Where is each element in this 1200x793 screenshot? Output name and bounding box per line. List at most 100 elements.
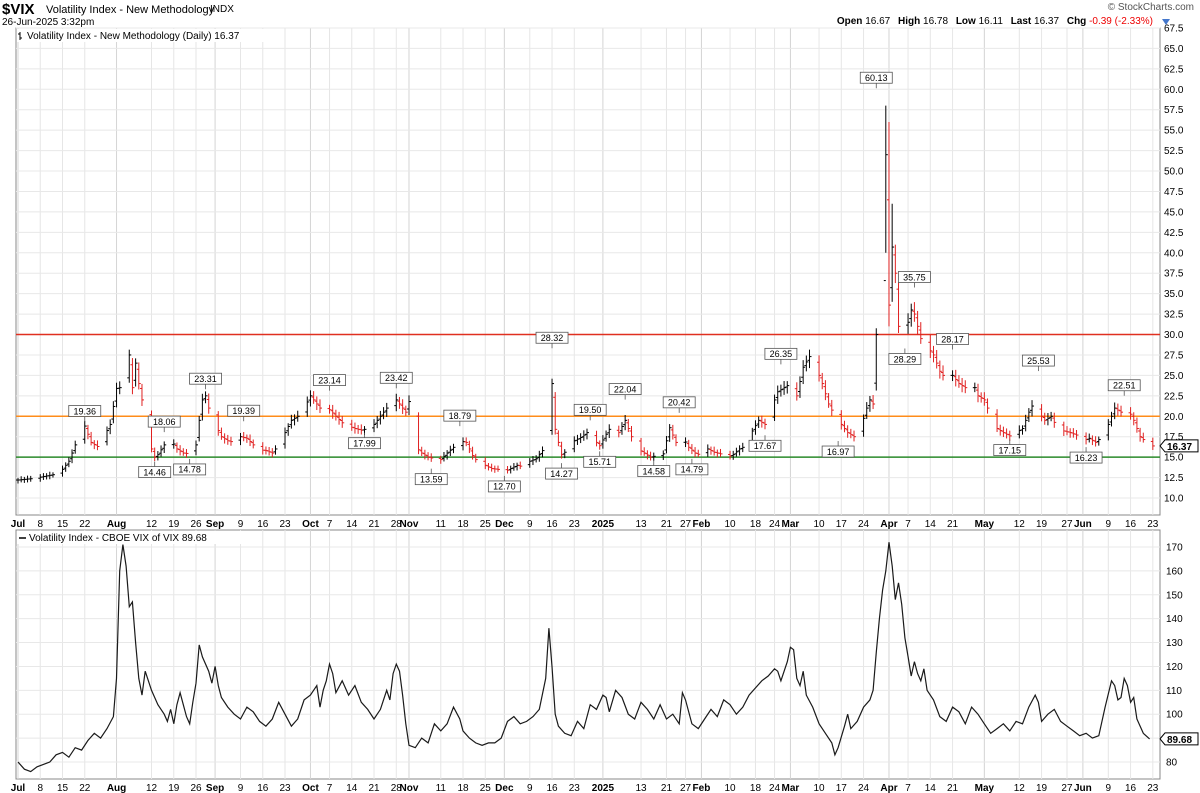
x-tick-label: Nov (400, 519, 419, 530)
x-tick-label: 9 (527, 519, 533, 530)
x-tick-label: 14 (346, 519, 358, 530)
x-tick-label: 21 (947, 783, 959, 793)
x-tick-label: 7 (327, 519, 333, 530)
x-tick-label: 16 (257, 519, 269, 530)
x-tick-label: 21 (661, 783, 673, 793)
price-last-value-label: 16.37 (1167, 442, 1192, 453)
x-tick-label: 24 (769, 519, 781, 530)
vvix-last-value-label: 89.68 (1167, 735, 1192, 746)
x-tick-label: 10 (724, 783, 736, 793)
y-tick-label: 45.0 (1164, 207, 1184, 218)
x-tick-label: Oct (302, 783, 319, 793)
x-tick-label: 9 (1106, 783, 1112, 793)
x-tick-label: 21 (368, 519, 380, 530)
value-annotation-label: 15.71 (588, 457, 611, 467)
x-tick-label: 16 (257, 783, 269, 793)
price-legend-label: Volatility Index - New Methodology (Dail… (27, 31, 240, 42)
x-tick-label: 18 (457, 783, 469, 793)
y-tick-label: 160 (1166, 566, 1183, 577)
x-tick-label: 18 (750, 783, 762, 793)
x-tick-label: 27 (1061, 783, 1073, 793)
x-tick-label: Apr (880, 783, 897, 793)
value-annotation-label: 22.04 (614, 384, 637, 394)
x-tick-label: 15 (57, 783, 69, 793)
y-tick-label: 62.5 (1164, 64, 1184, 75)
x-tick-label: Sep (206, 519, 224, 530)
x-tick-label: 18 (750, 519, 762, 530)
x-tick-label: 11 (436, 519, 447, 530)
y-tick-label: 50.0 (1164, 167, 1184, 178)
x-tick-label: 18 (457, 519, 469, 530)
x-tick-label: 8 (37, 519, 43, 530)
x-tick-label: May (975, 783, 995, 793)
y-tick-label: 20.0 (1164, 412, 1184, 423)
x-tick-label: 19 (168, 783, 180, 793)
x-tick-label: 17 (836, 783, 848, 793)
x-tick-label: Jul (11, 783, 26, 793)
value-annotation-label: 19.39 (232, 406, 255, 416)
x-tick-label: 12 (1014, 783, 1026, 793)
y-tick-label: 110 (1166, 686, 1182, 697)
x-tick-label: 16 (546, 783, 558, 793)
value-annotation-label: 28.29 (894, 354, 917, 364)
y-tick-label: 40.0 (1164, 248, 1184, 259)
x-tick-label: 19 (1036, 783, 1048, 793)
price-panel-frame (15, 27, 1161, 516)
y-tick-label: 25.0 (1164, 371, 1184, 382)
x-tick-label: 7 (327, 783, 333, 793)
y-tick-label: 100 (1166, 710, 1183, 721)
x-tick-label: 24 (858, 783, 870, 793)
x-tick-label: 22 (79, 783, 91, 793)
x-tick-label: 27 (680, 783, 692, 793)
y-tick-label: 60.0 (1164, 85, 1184, 96)
x-tick-label: 14 (346, 783, 358, 793)
value-annotation-label: 25.53 (1027, 356, 1050, 366)
x-tick-label: 26 (190, 519, 202, 530)
y-tick-label: 67.5 (1164, 24, 1184, 35)
x-tick-label: 13 (635, 519, 647, 530)
y-tick-label: 130 (1166, 638, 1183, 649)
x-tick-label: 10 (813, 519, 825, 530)
value-annotation-label: 16.97 (827, 447, 850, 457)
value-annotation-label: 14.27 (550, 469, 573, 479)
x-tick-label: Mar (782, 783, 800, 793)
value-annotation-label: 14.46 (143, 467, 166, 477)
value-annotation-label: 14.78 (178, 465, 201, 475)
vvix-legend-label: Volatility Index - CBOE VIX of VIX 89.68 (29, 533, 207, 544)
y-tick-label: 55.0 (1164, 126, 1184, 137)
x-tick-label: 23 (279, 783, 291, 793)
x-tick-label: Jun (1074, 783, 1092, 793)
value-annotation-label: 23.31 (194, 374, 217, 384)
value-annotation-label: 16.23 (1075, 453, 1098, 463)
x-tick-label: 7 (905, 519, 911, 530)
value-annotation-label: 18.06 (153, 417, 176, 427)
x-tick-label: Aug (107, 519, 126, 530)
x-tick-label: 19 (1036, 519, 1048, 530)
value-annotation-label: 14.58 (642, 466, 665, 476)
x-tick-label: Jul (11, 519, 26, 530)
chart-canvas: 10.012.515.017.520.022.525.027.530.032.5… (11, 24, 1199, 793)
x-tick-label: 21 (661, 519, 673, 530)
y-tick-label: 22.5 (1164, 391, 1184, 402)
value-annotation-label: 13.59 (420, 474, 443, 484)
x-tick-label: 14 (925, 519, 937, 530)
x-tick-label: Aug (107, 783, 126, 793)
value-annotation-label: 28.32 (541, 333, 564, 343)
x-tick-label: Jun (1074, 519, 1092, 530)
x-tick-label: 17 (836, 519, 848, 530)
x-tick-label: 25 (480, 519, 492, 530)
price-last-value-tag: 16.37 (1159, 439, 1199, 453)
value-annotation-label: 28.17 (941, 334, 964, 344)
value-annotation-label: 23.14 (318, 375, 341, 385)
x-tick-label: 2025 (592, 783, 615, 793)
x-tick-label: Feb (693, 519, 711, 530)
y-tick-label: 150 (1166, 590, 1183, 601)
value-annotation-label: 17.99 (353, 438, 376, 448)
y-tick-label: 65.0 (1164, 44, 1184, 55)
x-tick-label: 12 (1014, 519, 1026, 530)
value-annotation-label: 19.36 (73, 406, 96, 416)
y-tick-label: 37.5 (1164, 269, 1184, 280)
value-annotation-label: 60.13 (865, 73, 888, 83)
vvix-legend: Volatility Index - CBOE VIX of VIX 89.68 (17, 531, 257, 544)
y-tick-label: 47.5 (1164, 187, 1184, 198)
